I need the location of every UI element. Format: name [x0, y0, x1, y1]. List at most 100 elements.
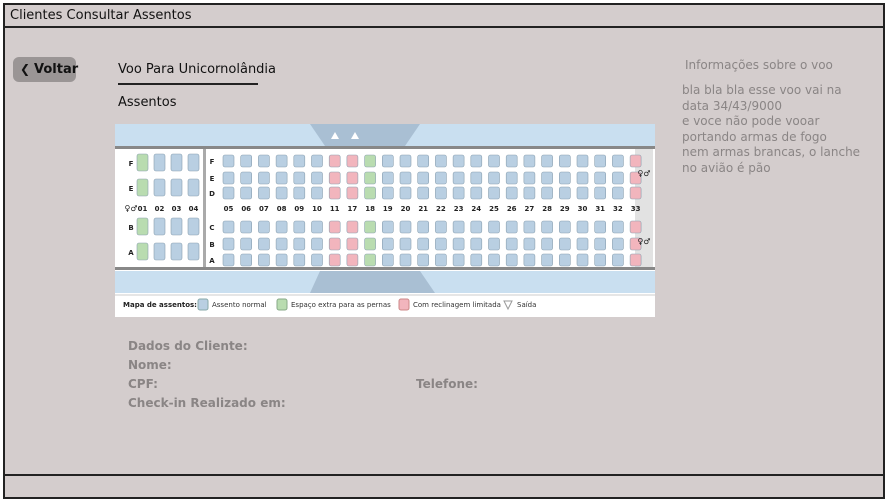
- seat[interactable]: [417, 186, 430, 200]
- seat[interactable]: [170, 242, 183, 261]
- seat[interactable]: [187, 153, 200, 172]
- seat[interactable]: [576, 171, 589, 185]
- seat[interactable]: [417, 237, 430, 251]
- seat[interactable]: [576, 186, 589, 200]
- seat[interactable]: [275, 171, 288, 185]
- seat[interactable]: [293, 253, 306, 267]
- seat[interactable]: [629, 253, 642, 267]
- seat[interactable]: [364, 171, 376, 185]
- seat[interactable]: [470, 171, 483, 185]
- seat[interactable]: [452, 171, 465, 185]
- seat[interactable]: [222, 220, 235, 234]
- seat[interactable]: [136, 178, 149, 197]
- seat[interactable]: [311, 220, 323, 234]
- seat[interactable]: [187, 178, 200, 197]
- seat[interactable]: [293, 220, 306, 234]
- seat[interactable]: [488, 253, 500, 267]
- seat[interactable]: [346, 220, 359, 234]
- seat[interactable]: [488, 154, 500, 168]
- seat[interactable]: [541, 237, 553, 251]
- seat[interactable]: [399, 220, 412, 234]
- seat[interactable]: [399, 237, 412, 251]
- seat[interactable]: [576, 237, 589, 251]
- seat[interactable]: [505, 220, 518, 234]
- seat[interactable]: [452, 253, 465, 267]
- seat[interactable]: [558, 186, 571, 200]
- seat[interactable]: [523, 220, 536, 234]
- seat[interactable]: [435, 186, 447, 200]
- seat[interactable]: [523, 253, 536, 267]
- seat[interactable]: [594, 220, 607, 234]
- seat[interactable]: [576, 220, 589, 234]
- seat[interactable]: [364, 253, 376, 267]
- seat[interactable]: [381, 220, 394, 234]
- seat[interactable]: [505, 237, 518, 251]
- seat[interactable]: [381, 186, 394, 200]
- seat[interactable]: [488, 171, 500, 185]
- seat[interactable]: [275, 253, 288, 267]
- seat[interactable]: [187, 217, 200, 236]
- seat[interactable]: [311, 171, 323, 185]
- seat[interactable]: [470, 186, 483, 200]
- seat[interactable]: [170, 217, 183, 236]
- seat[interactable]: [136, 153, 149, 172]
- seat[interactable]: [612, 171, 624, 185]
- seat[interactable]: [153, 217, 166, 236]
- seat[interactable]: [594, 237, 607, 251]
- seat[interactable]: [222, 237, 235, 251]
- seat[interactable]: [612, 253, 624, 267]
- seat[interactable]: [435, 171, 447, 185]
- seat[interactable]: [275, 186, 288, 200]
- seat[interactable]: [381, 154, 394, 168]
- seat[interactable]: [558, 237, 571, 251]
- seat[interactable]: [399, 171, 412, 185]
- seat[interactable]: [293, 171, 306, 185]
- seat[interactable]: [222, 171, 235, 185]
- seat[interactable]: [258, 171, 270, 185]
- seat[interactable]: [523, 237, 536, 251]
- seat[interactable]: [629, 186, 642, 200]
- seat[interactable]: [452, 237, 465, 251]
- seat[interactable]: [328, 253, 341, 267]
- seat[interactable]: [328, 220, 341, 234]
- seat[interactable]: [452, 220, 465, 234]
- seat[interactable]: [558, 253, 571, 267]
- seat[interactable]: [136, 217, 149, 236]
- seat[interactable]: [275, 154, 288, 168]
- seat[interactable]: [240, 237, 252, 251]
- seat[interactable]: [399, 186, 412, 200]
- seat[interactable]: [435, 253, 447, 267]
- seat[interactable]: [328, 171, 341, 185]
- seat[interactable]: [558, 220, 571, 234]
- back-button[interactable]: ❮ Voltar: [13, 57, 78, 82]
- seat[interactable]: [222, 253, 235, 267]
- seat[interactable]: [364, 154, 376, 168]
- seat[interactable]: [505, 171, 518, 185]
- seat[interactable]: [153, 242, 166, 261]
- seat[interactable]: [240, 186, 252, 200]
- seat[interactable]: [435, 154, 447, 168]
- seat[interactable]: [594, 154, 607, 168]
- seat[interactable]: [381, 171, 394, 185]
- seat[interactable]: [435, 220, 447, 234]
- seat[interactable]: [275, 220, 288, 234]
- seat[interactable]: [594, 186, 607, 200]
- seat[interactable]: [311, 186, 323, 200]
- seat[interactable]: [170, 178, 183, 197]
- seat[interactable]: [293, 237, 306, 251]
- seat[interactable]: [558, 154, 571, 168]
- seat[interactable]: [381, 253, 394, 267]
- seat[interactable]: [470, 237, 483, 251]
- seat[interactable]: [240, 171, 252, 185]
- seat[interactable]: [629, 220, 642, 234]
- seat[interactable]: [240, 154, 252, 168]
- seat[interactable]: [240, 220, 252, 234]
- seat[interactable]: [629, 154, 642, 168]
- seat[interactable]: [311, 154, 323, 168]
- seat[interactable]: [153, 178, 166, 197]
- seat[interactable]: [311, 253, 323, 267]
- seat[interactable]: [258, 220, 270, 234]
- seat[interactable]: [399, 154, 412, 168]
- seat[interactable]: [523, 154, 536, 168]
- seat[interactable]: [576, 154, 589, 168]
